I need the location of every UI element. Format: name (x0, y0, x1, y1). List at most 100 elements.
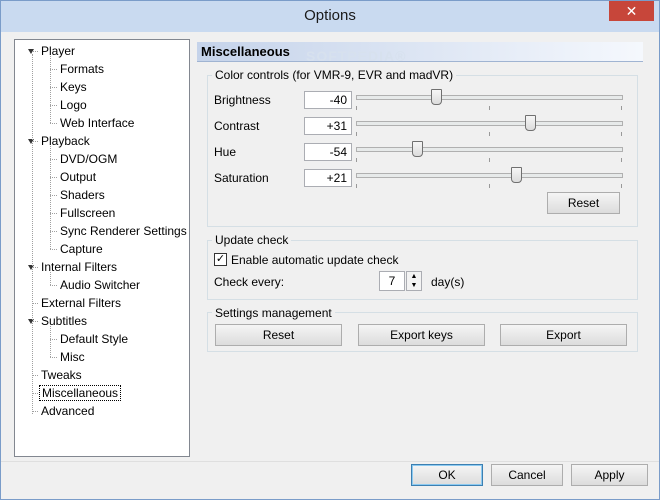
tree-item[interactable]: Internal Filters (39, 258, 119, 276)
tree-item-label: Misc (60, 350, 85, 364)
tree-item[interactable]: Output (58, 168, 98, 186)
slider-tick (356, 158, 357, 162)
tree-item-label: Shaders (60, 188, 105, 202)
slider-thumb[interactable] (411, 141, 423, 157)
tree-item[interactable]: Web Interface (58, 114, 136, 132)
tree-item[interactable]: Tweaks (39, 366, 84, 384)
slider-tick (621, 158, 622, 162)
tree-connector (50, 249, 57, 250)
tree-item-label: Sync Renderer Settings (60, 224, 187, 238)
slider-tick (356, 184, 357, 188)
tree-item[interactable]: External Filters (39, 294, 123, 312)
slider-thumb[interactable] (524, 115, 536, 131)
tree-item[interactable]: Audio Switcher (58, 276, 142, 294)
days-input[interactable]: 7 (379, 271, 405, 291)
tree-connector (32, 51, 38, 52)
tree-item-label: Tweaks (41, 368, 82, 382)
tree-connector (50, 56, 51, 123)
settings-reset-button[interactable]: Reset (215, 324, 342, 346)
color-control-label: Saturation (214, 171, 269, 185)
enable-update-label: Enable automatic update check (231, 253, 399, 267)
color-control-value[interactable]: -40 (304, 91, 352, 109)
tree-connector (50, 231, 57, 232)
tree-item[interactable]: Capture (58, 240, 105, 258)
tree-connector (50, 123, 57, 124)
slider-tick (621, 106, 622, 110)
tree-item[interactable]: Shaders (58, 186, 107, 204)
settings-management-title: Settings management (212, 306, 335, 320)
tree-item-label: Audio Switcher (60, 278, 141, 292)
color-control-slider[interactable] (356, 147, 623, 152)
color-control-slider[interactable] (356, 121, 623, 126)
tree-item[interactable]: Playback (39, 132, 92, 150)
export-button[interactable]: Export (500, 324, 627, 346)
watermark: SOFTPEDIA® (306, 48, 407, 64)
tree-item-label: External Filters (41, 296, 122, 310)
color-reset-button[interactable]: Reset (547, 192, 620, 214)
tree-item-label: Output (60, 170, 97, 184)
tree-item[interactable]: Keys (58, 78, 89, 96)
options-tree[interactable]: Player Formats Keys Logo Web Interface Playba… (14, 39, 190, 457)
tree-connector (50, 159, 57, 160)
cancel-button[interactable]: Cancel (491, 464, 563, 486)
slider-thumb[interactable] (430, 89, 442, 105)
tree-item[interactable]: Subtitles (39, 312, 89, 330)
checkmark-icon: ✓ (215, 253, 226, 265)
tree-item[interactable]: Player (39, 42, 77, 60)
color-control-label: Hue (214, 145, 237, 159)
export-keys-button[interactable]: Export keys (358, 324, 485, 346)
tree-item[interactable]: Fullscreen (58, 204, 117, 222)
close-icon: ✕ (625, 3, 638, 19)
color-control-value[interactable]: -54 (304, 143, 352, 161)
title-bar: Options ✕ (1, 1, 659, 32)
color-control-value[interactable]: +31 (304, 117, 352, 135)
tree-item-label: Miscellaneous (39, 385, 122, 401)
tree-item[interactable]: Default Style (58, 330, 130, 348)
tree-item-label: Advanced (41, 404, 95, 418)
tree-item[interactable]: Advanced (39, 402, 96, 420)
tree-connector (50, 339, 57, 340)
slider-tick (488, 106, 490, 110)
tree-item[interactable]: Miscellaneous (39, 384, 122, 402)
close-button[interactable]: ✕ (609, 1, 654, 21)
spin-down-icon[interactable]: ▼ (407, 281, 421, 290)
tree-connector (50, 357, 57, 358)
enable-update-checkbox[interactable]: ✓ (214, 253, 227, 266)
update-check-group (207, 240, 638, 300)
tree-item[interactable]: Sync Renderer Settings (58, 222, 189, 240)
slider-tick (356, 106, 357, 110)
tree-item-label: Keys (60, 80, 87, 94)
tree-item-label: Playback (41, 134, 90, 148)
spin-up-icon[interactable]: ▲ (407, 272, 421, 281)
tree-item[interactable]: Misc (58, 348, 87, 366)
color-control-label: Brightness (214, 93, 271, 107)
color-control-slider[interactable] (356, 95, 623, 100)
tree-connector (50, 326, 51, 357)
tree-item-label: Capture (60, 242, 103, 256)
tree-item-label: Web Interface (60, 116, 135, 130)
slider-tick (488, 184, 490, 188)
slider-thumb[interactable] (511, 167, 523, 183)
update-check-title: Update check (212, 233, 292, 247)
tree-item-label: Default Style (60, 332, 129, 346)
tree-connector (50, 105, 57, 106)
tree-item[interactable]: Formats (58, 60, 106, 78)
footer-separator (1, 461, 659, 462)
tree-connector (50, 177, 57, 178)
tree-item-label: DVD/OGM (60, 152, 118, 166)
color-control-slider[interactable] (356, 173, 623, 178)
apply-button[interactable]: Apply (571, 464, 648, 486)
page-header: Miscellaneous (197, 42, 643, 62)
tree-item[interactable]: DVD/OGM (58, 150, 119, 168)
tree-connector (50, 87, 57, 88)
slider-tick (488, 158, 490, 162)
tree-item[interactable]: Logo (58, 96, 89, 114)
tree-connector (32, 54, 33, 414)
ok-button[interactable]: OK (411, 464, 483, 486)
color-control-label: Contrast (214, 119, 260, 133)
color-controls-title: Color controls (for VMR-9, EVR and madVR… (212, 68, 457, 82)
tree-item-label: Formats (60, 62, 105, 76)
days-spinner[interactable]: ▲ ▼ (406, 271, 422, 291)
color-control-value[interactable]: +21 (304, 169, 352, 187)
tree-connector (50, 213, 57, 214)
